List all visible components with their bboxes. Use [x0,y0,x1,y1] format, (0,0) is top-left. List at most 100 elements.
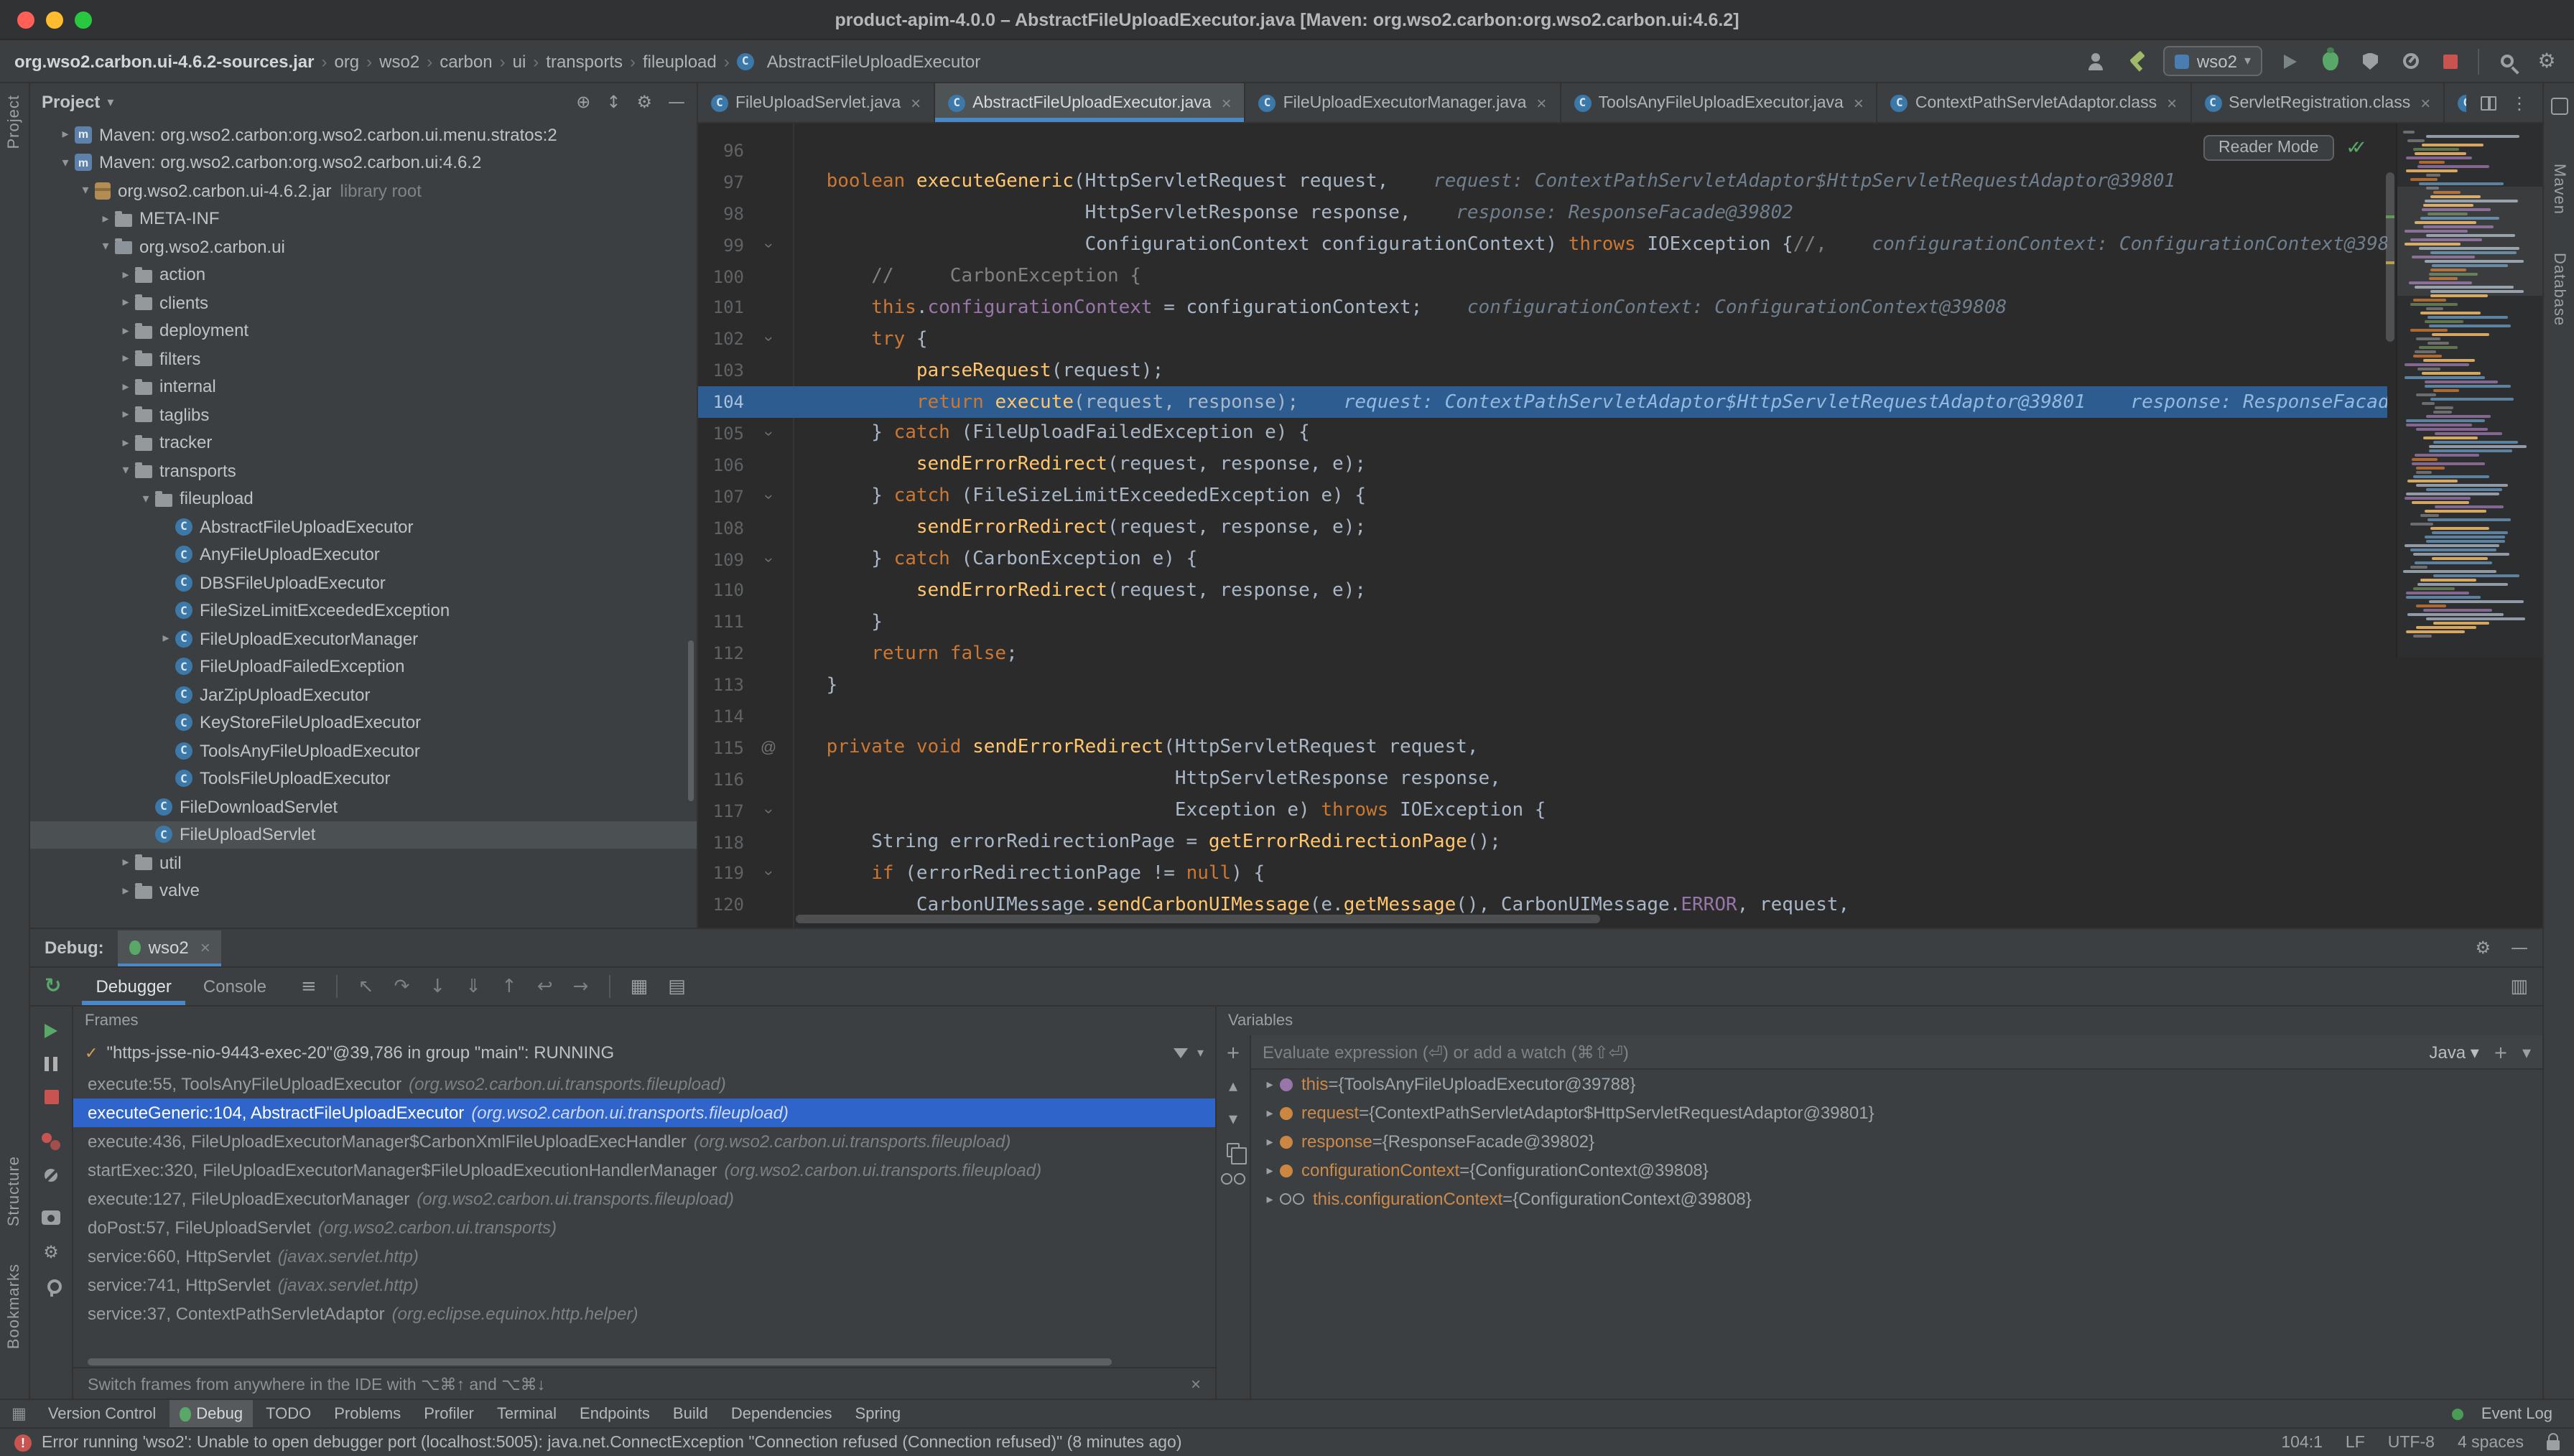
annotation-gutter-icon[interactable]: @ [756,739,781,757]
hide-panel-icon[interactable]: — [668,93,685,111]
scrollbar-thumb[interactable] [2386,172,2394,342]
code-area[interactable]: 9697 boolean executeGeneric(HttpServletR… [698,135,2387,921]
close-icon[interactable]: × [2420,93,2430,113]
breadcrumb-item[interactable]: org [334,51,359,71]
code-line[interactable]: 109› } catch (CarbonException e) { [698,543,2387,575]
show-execution-point-icon[interactable]: ↖ [358,977,374,996]
memory-view-icon[interactable]: ▤ [668,977,686,996]
project-tree-row[interactable]: ▸tracker [30,429,697,457]
chevron-down-icon[interactable]: ▾ [107,94,113,110]
code-line[interactable]: 107› } catch (FileSizeLimitExceededExcep… [698,481,2387,513]
chevron-right-icon[interactable]: ▸ [1260,1191,1280,1207]
code-line[interactable]: 100 // CarbonException { [698,261,2387,292]
project-tree-row[interactable]: ▾mMaven: org.wso2.carbon:org.wso2.carbon… [30,149,697,177]
stop-button[interactable] [2438,48,2463,74]
thread-selector[interactable]: ✓ "https-jsse-nio-9443-exec-20"@39,786 i… [73,1035,1215,1070]
locate-file-icon[interactable]: ⊕ [576,93,590,111]
chevron-right-icon[interactable]: ▸ [1260,1134,1280,1149]
code-line[interactable]: 116 HttpServletResponse response, [698,764,2387,795]
close-icon[interactable]: × [1536,93,1546,113]
code-line[interactable]: 103 parseRequest(request); [698,355,2387,386]
mute-breakpoints-icon[interactable] [45,1169,57,1182]
build-project-icon[interactable] [2124,48,2150,74]
code-line[interactable]: 111 } [698,607,2387,638]
step-into-icon[interactable]: ↓ [429,977,445,996]
project-tree-row[interactable]: ▾fileupload [30,485,697,513]
tree-chevron[interactable]: ▸ [116,267,135,283]
toolwindow-button-maven[interactable]: Maven [2550,164,2568,215]
toolwindow-button-todo[interactable]: TODO [256,1400,321,1427]
close-icon[interactable]: × [1222,93,1232,113]
editor-tab[interactable]: CServletRegistration.class× [2191,83,2445,122]
frame-row[interactable]: execute:127, FileUploadExecutorManager(o… [73,1185,1215,1213]
editor-tab[interactable]: CToolsAnyFileUploadExecutor.java× [1561,83,1877,122]
code-line[interactable]: 106 sendErrorRedirect(request, response,… [698,449,2387,481]
split-editor-icon[interactable] [2481,95,2496,110]
toolwindow-switcher-icon[interactable]: ▦ [11,1404,27,1423]
close-icon[interactable]: × [911,93,921,113]
project-tree-row[interactable]: ▸valve [30,877,697,905]
inspections-ok-icon[interactable]: ✓✓ [2346,136,2367,159]
run-to-cursor-icon[interactable]: → [573,977,589,996]
search-everywhere-icon[interactable] [2494,48,2519,74]
project-tree-row[interactable]: CFileDownloadServlet [30,793,697,821]
project-tree-row[interactable]: ▸action [30,261,697,289]
toolwindow-button-build[interactable]: Build [663,1400,718,1427]
debug-button[interactable] [2317,48,2343,74]
editor[interactable]: 9697 boolean executeGeneric(HttpServletR… [698,123,2542,928]
tree-chevron[interactable]: ▾ [136,491,155,507]
code-line[interactable]: 115@ private void sendErrorRedirect(Http… [698,732,2387,764]
frames-scrollbar[interactable] [88,1358,1201,1367]
project-tree-row[interactable]: CAnyFileUploadExecutor [30,541,697,569]
resume-icon[interactable] [45,1024,57,1038]
notifications-icon[interactable] [2550,98,2568,115]
tree-chevron[interactable]: ▸ [56,127,75,143]
code-line[interactable]: 114 [698,701,2387,732]
project-panel-title[interactable]: Project [42,92,100,112]
add-icon[interactable]: + [2494,1043,2508,1060]
tree-chevron[interactable]: ▸ [116,323,135,339]
breadcrumb-item[interactable]: transports [546,51,623,71]
project-tree-row[interactable]: CFileUploadFailedException [30,653,697,681]
code-line[interactable]: 110 sendErrorRedirect(request, response,… [698,575,2387,607]
watches-icon[interactable] [1221,1173,1245,1185]
pin-tab-icon[interactable] [42,1279,60,1297]
coverage-button[interactable] [2357,48,2383,74]
breadcrumb-item[interactable]: CAbstractFileUploadExecutor [737,51,980,71]
toolwindow-button-bookmarks[interactable]: Bookmarks [6,1264,23,1350]
debug-settings-icon[interactable]: ⚙ [43,1243,59,1261]
step-out-icon[interactable]: ↑ [501,977,517,996]
project-tree-row[interactable]: CFileUploadServlet [30,821,697,849]
project-scrollbar[interactable] [688,640,694,801]
code-line[interactable]: 98 HttpServletResponse response, respons… [698,198,2387,230]
fold-marker[interactable]: › [760,327,777,353]
settings-gear-icon[interactable]: ⚙ [2475,939,2491,956]
pause-icon[interactable] [45,1057,57,1071]
readonly-lock-icon[interactable] [2547,1440,2560,1450]
evaluate-expression-icon[interactable]: ▦ [630,977,648,996]
view-breakpoints-icon[interactable] [42,1133,60,1150]
project-tree-row[interactable]: ▾org.wso2.carbon.ui [30,233,697,261]
toolwindow-button-dependencies[interactable]: Dependencies [721,1400,842,1427]
breadcrumb-item[interactable]: fileupload [643,51,717,71]
toolwindow-button-version-control[interactable]: Version Control [38,1400,166,1427]
chevron-right-icon[interactable]: ▸ [1260,1105,1280,1121]
project-tree-row[interactable]: ▸CFileUploadExecutorManager [30,625,697,653]
variable-row[interactable]: ▸response = {ResponseFacade@39802} [1251,1127,2542,1156]
frame-row[interactable]: service:37, ContextPathServletAdaptor(or… [73,1299,1215,1328]
tree-chevron[interactable]: ▾ [76,183,95,199]
tab-console[interactable]: Console [189,968,281,1005]
variable-row[interactable]: ▸configurationContext = {ConfigurationCo… [1251,1156,2542,1185]
toolwindow-button-terminal[interactable]: Terminal [487,1400,567,1427]
layout-settings-icon[interactable]: ≡ [301,977,317,996]
breadcrumb-item[interactable]: wso2 [379,51,419,71]
expand-collapse-icon[interactable]: ↕ [606,93,621,111]
filter-icon[interactable] [1174,1047,1189,1058]
status-message[interactable]: Error running 'wso2': Unable to open deb… [42,1434,1182,1451]
chevron-right-icon[interactable]: ▸ [1260,1076,1280,1092]
restore-layout-icon[interactable]: ▥ [2510,977,2528,996]
fold-marker[interactable]: › [760,483,777,509]
frame-row[interactable]: startExec:320, FileUploadExecutorManager… [73,1156,1215,1185]
toolwindow-button-problems[interactable]: Problems [324,1400,411,1427]
project-tree-row[interactable]: ▸internal [30,373,697,401]
